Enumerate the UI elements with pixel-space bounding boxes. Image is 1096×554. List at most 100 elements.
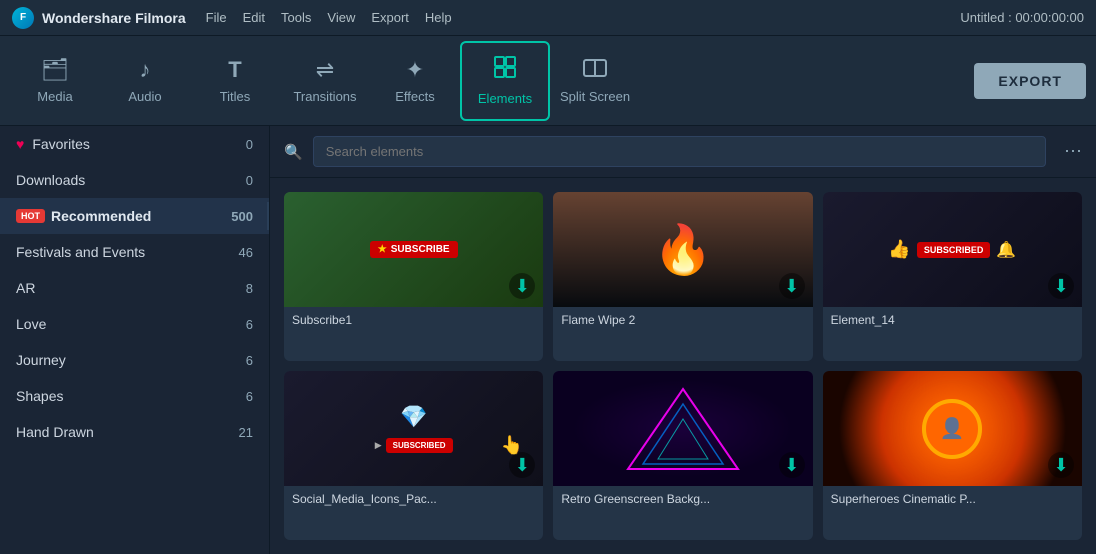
- tab-split-screen-label: Split Screen: [560, 89, 630, 104]
- sidebar-item-favorites-count: 0: [246, 137, 253, 152]
- sidebar-item-hand-drawn-label: Hand Drawn: [16, 424, 231, 440]
- effects-icon: ✦: [406, 57, 424, 83]
- download-icon-2: ⬇: [779, 273, 805, 299]
- sidebar-item-hand-drawn-count: 21: [239, 425, 253, 440]
- tab-split-screen[interactable]: Split Screen: [550, 41, 640, 121]
- audio-icon: ♪: [140, 57, 151, 83]
- neon-triangle: [553, 371, 812, 486]
- menu-help[interactable]: Help: [425, 10, 452, 25]
- main-layout: ♥ Favorites 0 Downloads 0 HOT Recommende…: [0, 126, 1096, 554]
- subscribe-badge: ★ SUBSCRIBE: [370, 241, 458, 258]
- subscribed-badge-2: SUBSCRIBED: [386, 438, 453, 453]
- menu-file[interactable]: File: [206, 10, 227, 25]
- grid-toggle-icon[interactable]: ⋯: [1064, 141, 1082, 162]
- app-name: Wondershare Filmora: [42, 10, 186, 26]
- sidebar-item-journey-label: Journey: [16, 352, 238, 368]
- sidebar-item-hand-drawn[interactable]: Hand Drawn 21: [0, 414, 269, 450]
- download-icon-6: ⬇: [1048, 452, 1074, 478]
- tab-media-label: Media: [37, 89, 72, 104]
- sidebar-item-shapes-count: 6: [246, 389, 253, 404]
- tab-titles[interactable]: T Titles: [190, 41, 280, 121]
- sidebar-item-journey-count: 6: [246, 353, 253, 368]
- transitions-icon: ⇌: [316, 57, 334, 83]
- sidebar-item-shapes[interactable]: Shapes 6: [0, 378, 269, 414]
- element-card-element14[interactable]: 👍 SUBSCRIBED 🔔 ⬇ Element_14: [823, 192, 1082, 361]
- element-thumb-flame-wipe: 🔥 ⬇: [553, 192, 812, 307]
- content-area: 🔍 ⋯ ★ SUBSCRIBE ⬇ Subscribe1: [270, 126, 1096, 554]
- sidebar-item-ar-label: AR: [16, 280, 238, 296]
- heart-icon: ♥: [16, 136, 24, 152]
- sidebar: ♥ Favorites 0 Downloads 0 HOT Recommende…: [0, 126, 270, 554]
- menu-export[interactable]: Export: [371, 10, 409, 25]
- tab-media[interactable]: 🗂 Media: [10, 41, 100, 121]
- titles-icon: T: [228, 57, 241, 83]
- tab-transitions[interactable]: ⇌ Transitions: [280, 41, 370, 121]
- sidebar-item-downloads-count: 0: [246, 173, 253, 188]
- element-label-subscribe1: Subscribe1: [284, 307, 543, 333]
- element-card-superheroes[interactable]: 👤 ⬇ Superheroes Cinematic P...: [823, 371, 1082, 540]
- sidebar-item-journey[interactable]: Journey 6: [0, 342, 269, 378]
- hero-ring: 👤: [823, 371, 1082, 486]
- tab-effects-label: Effects: [395, 89, 435, 104]
- tab-elements[interactable]: Elements: [460, 41, 550, 121]
- sidebar-item-festivals-label: Festivals and Events: [16, 244, 231, 260]
- menu-items: File Edit Tools View Export Help: [206, 10, 452, 25]
- sidebar-item-ar-count: 8: [246, 281, 253, 296]
- search-input[interactable]: [313, 136, 1046, 167]
- menu-view[interactable]: View: [327, 10, 355, 25]
- search-bar: 🔍 ⋯: [270, 126, 1096, 178]
- element-label-flame-wipe: Flame Wipe 2: [553, 307, 812, 333]
- sidebar-item-downloads-label: Downloads: [16, 172, 238, 188]
- element-card-social-media[interactable]: 💎 ▶ SUBSCRIBED 👆 ⬇ Social_Media_Icons_Pa…: [284, 371, 543, 540]
- app-logo-icon: F: [12, 7, 34, 29]
- tab-audio-label: Audio: [128, 89, 161, 104]
- element-label-social-media: Social_Media_Icons_Pac...: [284, 486, 543, 512]
- sidebar-item-festivals[interactable]: Festivals and Events 46: [0, 234, 269, 270]
- sidebar-item-recommended-count: 500: [231, 209, 253, 224]
- element-label-element14: Element_14: [823, 307, 1082, 333]
- download-icon-5: ⬇: [779, 452, 805, 478]
- split-screen-icon: [583, 57, 607, 83]
- sidebar-item-favorites[interactable]: ♥ Favorites 0: [0, 126, 269, 162]
- tab-audio[interactable]: ♪ Audio: [100, 41, 190, 121]
- menu-bar: F Wondershare Filmora File Edit Tools Vi…: [0, 0, 1096, 36]
- download-icon-3: ⬇: [1048, 273, 1074, 299]
- media-icon: 🗂: [41, 57, 69, 83]
- element-card-subscribe1[interactable]: ★ SUBSCRIBE ⬇ Subscribe1: [284, 192, 543, 361]
- sidebar-item-love-label: Love: [16, 316, 238, 332]
- hot-badge: HOT: [16, 209, 45, 223]
- sidebar-item-shapes-label: Shapes: [16, 388, 238, 404]
- sidebar-item-love-count: 6: [246, 317, 253, 332]
- subscribed-badge: SUBSCRIBED: [917, 242, 991, 258]
- element-card-flame-wipe[interactable]: 🔥 ⬇ Flame Wipe 2: [553, 192, 812, 361]
- search-icon: 🔍: [284, 143, 303, 161]
- elements-icon: [493, 55, 517, 85]
- export-button[interactable]: EXPORT: [974, 63, 1086, 99]
- toolbar: 🗂 Media ♪ Audio T Titles ⇌ Transitions ✦…: [0, 36, 1096, 126]
- tab-transitions-label: Transitions: [293, 89, 356, 104]
- element-thumb-element14: 👍 SUBSCRIBED 🔔 ⬇: [823, 192, 1082, 307]
- tab-titles-label: Titles: [220, 89, 251, 104]
- sidebar-item-favorites-label: Favorites: [32, 136, 237, 152]
- element-label-retro-greenscreen: Retro Greenscreen Backg...: [553, 486, 812, 512]
- sidebar-item-recommended[interactable]: HOT Recommended 500 ◀: [0, 198, 269, 234]
- element-thumb-subscribe1: ★ SUBSCRIBE ⬇: [284, 192, 543, 307]
- sidebar-item-downloads[interactable]: Downloads 0: [0, 162, 269, 198]
- menu-tools[interactable]: Tools: [281, 10, 311, 25]
- element-thumb-social-media: 💎 ▶ SUBSCRIBED 👆 ⬇: [284, 371, 543, 486]
- app-logo: F Wondershare Filmora: [12, 7, 186, 29]
- sidebar-item-ar[interactable]: AR 8: [0, 270, 269, 306]
- menu-edit[interactable]: Edit: [243, 10, 265, 25]
- sidebar-item-festivals-count: 46: [239, 245, 253, 260]
- element-thumb-retro-greenscreen: ⬇: [553, 371, 812, 486]
- project-title: Untitled : 00:00:00:00: [960, 10, 1084, 25]
- sidebar-item-recommended-label: Recommended: [51, 208, 223, 224]
- tab-effects[interactable]: ✦ Effects: [370, 41, 460, 121]
- flame-overlay: 🔥: [553, 192, 812, 307]
- elements-grid: ★ SUBSCRIBE ⬇ Subscribe1 🔥 ⬇ Flame Wipe …: [270, 178, 1096, 554]
- sidebar-item-love[interactable]: Love 6: [0, 306, 269, 342]
- tab-elements-label: Elements: [478, 91, 532, 106]
- element-label-superheroes: Superheroes Cinematic P...: [823, 486, 1082, 512]
- element-card-retro-greenscreen[interactable]: ⬇ Retro Greenscreen Backg...: [553, 371, 812, 540]
- element-thumb-superheroes: 👤 ⬇: [823, 371, 1082, 486]
